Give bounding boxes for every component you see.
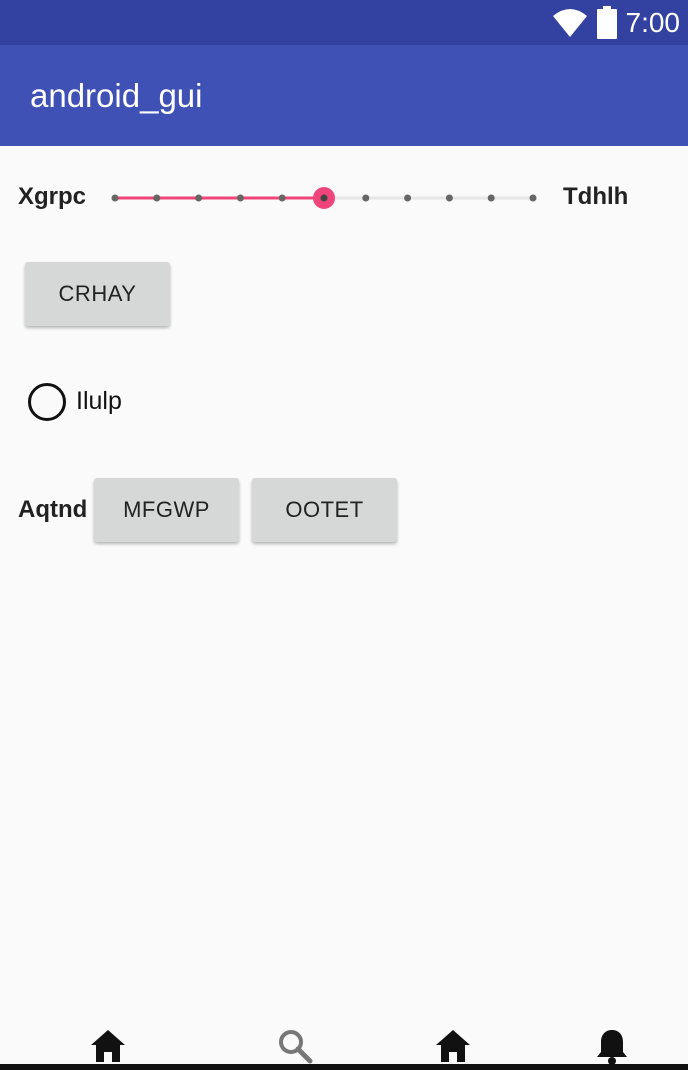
home-icon[interactable] — [88, 1026, 128, 1066]
seekbar-tick — [362, 194, 370, 202]
status-icons: 7:00 — [552, 0, 681, 45]
seekbar-tick — [529, 194, 537, 202]
ilulp-radio-label[interactable]: Ilulp — [76, 387, 122, 416]
seekbar-tick — [404, 194, 412, 202]
bottom-nav — [0, 1018, 688, 1070]
seekbar-right-label: Tdhlh — [563, 183, 629, 210]
seekbar[interactable] — [104, 178, 544, 218]
status-bar: 7:00 — [0, 0, 688, 45]
seekbar-tick — [278, 194, 286, 202]
seekbar-tick — [445, 194, 453, 202]
home-icon[interactable] — [433, 1026, 473, 1066]
seekbar-tick — [236, 194, 244, 202]
seekbar-tick — [487, 194, 495, 202]
app-bar: android_gui — [0, 45, 688, 146]
seekbar-tick — [195, 194, 203, 202]
mfgwp-button[interactable]: MFGWP — [94, 478, 239, 542]
wifi-icon — [552, 8, 587, 37]
status-time: 7:00 — [625, 6, 681, 38]
search-icon[interactable] — [275, 1026, 315, 1066]
crhay-button[interactable]: CRHAY — [25, 262, 170, 326]
bell-icon[interactable] — [592, 1026, 632, 1066]
ilulp-radio[interactable] — [28, 383, 66, 421]
ootet-button[interactable]: OOTET — [252, 478, 397, 542]
battery-icon — [596, 5, 617, 39]
seekbar-left-label: Xgrpc — [18, 183, 87, 210]
seekbar-tick — [153, 194, 161, 202]
seekbar-tick — [111, 194, 119, 202]
aqtnd-label: Aqtnd — [18, 496, 88, 523]
app-title: android_gui — [30, 77, 203, 114]
bottom-edge — [0, 1064, 688, 1070]
seekbar-thumb-dot — [320, 194, 328, 202]
